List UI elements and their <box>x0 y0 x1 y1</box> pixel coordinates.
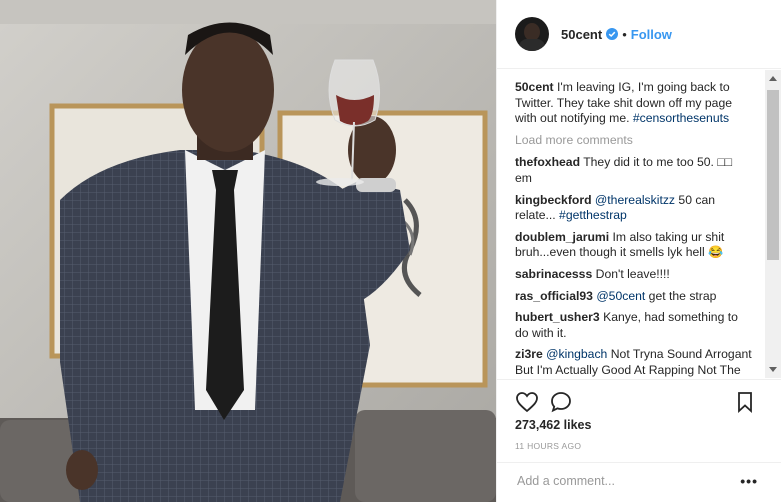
separator-dot: • <box>622 26 627 42</box>
comment-item: thefoxhead They did it to me too 50. □□ … <box>515 155 752 186</box>
post-sidebar: 50cent • Follow 50cent I'm leaving IG, I… <box>496 0 781 502</box>
scroll-down-arrow-icon[interactable] <box>769 367 777 372</box>
comment-username[interactable]: kingbeckford <box>515 193 592 207</box>
caption-hashtag[interactable]: #censorthesenuts <box>633 111 729 125</box>
caption-username[interactable]: 50cent <box>515 80 554 94</box>
add-comment-bar: ••• <box>497 462 781 503</box>
scrollbar-thumb[interactable] <box>767 90 779 260</box>
comments-scrollbar[interactable] <box>765 70 781 378</box>
comment-mention[interactable]: @50cent <box>596 289 645 303</box>
comment-item: hubert_usher3 Kanye, had something to do… <box>515 310 752 341</box>
follow-button[interactable]: Follow <box>631 27 672 42</box>
comment-item: kingbeckford @therealskitzz 50 can relat… <box>515 193 752 224</box>
post-photo[interactable] <box>0 0 496 502</box>
comment-item: sabrinacesss Don't leave!!!! <box>515 267 752 283</box>
comment-hashtag[interactable]: #getthestrap <box>559 208 627 222</box>
username-link[interactable]: 50cent <box>561 27 602 42</box>
comment-username[interactable]: ras_official93 <box>515 289 593 303</box>
comment-mention[interactable]: @kingbach <box>546 347 607 361</box>
comment-username[interactable]: hubert_usher3 <box>515 310 600 324</box>
post-timestamp: 11 HOURS AGO <box>515 441 582 451</box>
comment-text: Don't leave!!!! <box>595 266 670 281</box>
comments-list[interactable]: 50cent I'm leaving IG, I'm going back to… <box>497 70 781 378</box>
bookmark-icon[interactable] <box>733 390 757 414</box>
photo-illustration <box>0 0 496 502</box>
comment-item: ras_official93 @50cent get the strap <box>515 289 752 305</box>
add-comment-input[interactable] <box>515 473 719 489</box>
heart-icon[interactable] <box>515 390 539 414</box>
comment-username[interactable]: zi3re <box>515 347 543 361</box>
post-header: 50cent • Follow <box>497 0 781 69</box>
avatar[interactable] <box>515 17 549 51</box>
likes-count[interactable]: 273,462 likes <box>515 418 591 432</box>
caption: 50cent I'm leaving IG, I'm going back to… <box>515 80 752 127</box>
more-options-button[interactable]: ••• <box>740 473 758 489</box>
comment-username[interactable]: sabrinacesss <box>515 267 592 281</box>
verified-badge-icon <box>606 28 619 40</box>
load-more-comments-button[interactable]: Load more comments <box>515 133 752 149</box>
comment-mention[interactable]: @therealskitzz <box>595 193 675 207</box>
comment-item: zi3re @kingbach Not Tryna Sound Arrogant… <box>515 347 752 378</box>
comment-item: doublem_jarumi Im also taking ur shit br… <box>515 230 752 261</box>
scroll-up-arrow-icon[interactable] <box>769 76 777 81</box>
comment-bubble-icon[interactable] <box>549 390 573 414</box>
comment-text: get the strap <box>648 288 717 303</box>
comment-username[interactable]: doublem_jarumi <box>515 230 609 244</box>
comment-username[interactable]: thefoxhead <box>515 155 580 169</box>
post-actions: 273,462 likes 11 HOURS AGO ••• <box>497 379 781 502</box>
